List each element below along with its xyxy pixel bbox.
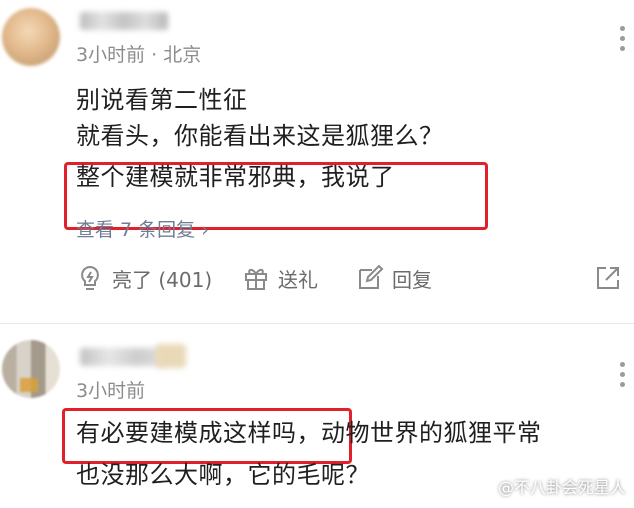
view-replies-label: 查看 7 条回复 — [76, 219, 196, 241]
gift-label: 送礼 — [278, 267, 318, 292]
like-label: 亮了 (401) — [112, 267, 213, 292]
comment-meta: 3小时前 — [76, 380, 146, 402]
more-icon[interactable] — [620, 362, 626, 387]
username-blurred[interactable] — [80, 12, 168, 30]
edit-icon — [359, 264, 384, 289]
username-blurred[interactable] — [80, 348, 166, 366]
share-icon — [597, 267, 619, 289]
badge-blurred — [156, 344, 186, 368]
more-icon[interactable] — [620, 26, 626, 51]
like-button[interactable]: 亮了 (401) — [76, 262, 212, 294]
bulb-icon — [81, 265, 99, 290]
avatar[interactable] — [2, 8, 60, 66]
gift-button[interactable]: 送礼 — [242, 262, 318, 294]
view-replies-link[interactable]: 查看 7 条回复 › — [76, 215, 209, 242]
comment-line: 整个建模就非常邪典，我说了 — [76, 163, 395, 191]
comment-line: 也没那么大啊，它的毛呢？ — [76, 461, 370, 489]
gift-icon — [245, 268, 267, 290]
comment-line: 就看头，你能看出来这是狐狸么？ — [76, 122, 444, 150]
avatar[interactable] — [2, 340, 60, 398]
comment-meta: 3小时前 · 北京 — [76, 44, 202, 66]
divider — [0, 323, 634, 324]
chevron-right-icon: › — [201, 219, 209, 241]
reply-label: 回复 — [392, 267, 432, 292]
comment-highlighted-text: 有必要建模成这样吗， — [76, 419, 321, 447]
comment-line: 有必要建模成这样吗，动物世界的狐狸平常 — [76, 416, 542, 450]
reply-button[interactable]: 回复 — [356, 262, 432, 294]
comment-line: 别说看第二性征 — [76, 86, 248, 114]
watermark: @不八卦会死星人 — [497, 478, 626, 497]
share-button[interactable] — [594, 262, 622, 294]
comment-text: 动物世界的狐狸平常 — [321, 419, 542, 447]
